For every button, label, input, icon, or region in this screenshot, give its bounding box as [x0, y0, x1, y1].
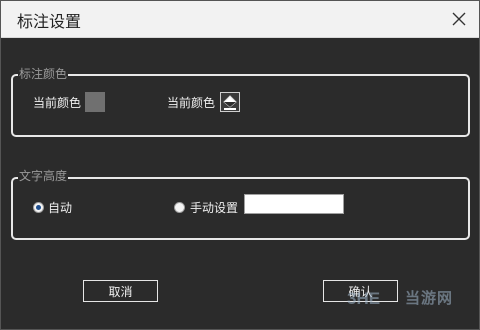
cancel-button-label: 取消 [108, 284, 133, 299]
watermark-logo-icon: 3HE [347, 289, 380, 308]
watermark-text: 当游网 [405, 289, 454, 307]
text-height-group [11, 177, 470, 240]
close-icon [452, 12, 466, 26]
annotation-settings-dialog: 标注设置 标注颜色 当前颜色 当前颜色 文字高度 自动 手动设置 取消 确认 3… [0, 0, 480, 330]
auto-radio-label: 自动 [48, 201, 73, 215]
annotation-color-group-label: 标注颜色 [18, 67, 69, 81]
watermark: 3HE 当游网 [347, 287, 453, 308]
svg-text:3HE: 3HE [347, 289, 380, 308]
manual-radio-label: 手动设置 [190, 201, 239, 215]
paint-bucket-icon [223, 95, 237, 110]
title-bar: 标注设置 [1, 1, 479, 38]
cancel-button[interactable]: 取消 [83, 280, 158, 302]
dialog-title: 标注设置 [17, 12, 82, 31]
current-color-label: 当前颜色 [33, 96, 82, 110]
manual-radio[interactable] [174, 202, 185, 213]
current-fill-color-label: 当前颜色 [167, 96, 216, 110]
text-height-group-label: 文字高度 [18, 169, 69, 183]
annotation-color-swatch[interactable] [85, 92, 105, 112]
manual-height-input[interactable] [244, 194, 344, 214]
fill-color-button[interactable] [220, 92, 240, 112]
auto-radio[interactable] [33, 202, 44, 213]
close-button[interactable] [445, 5, 473, 33]
